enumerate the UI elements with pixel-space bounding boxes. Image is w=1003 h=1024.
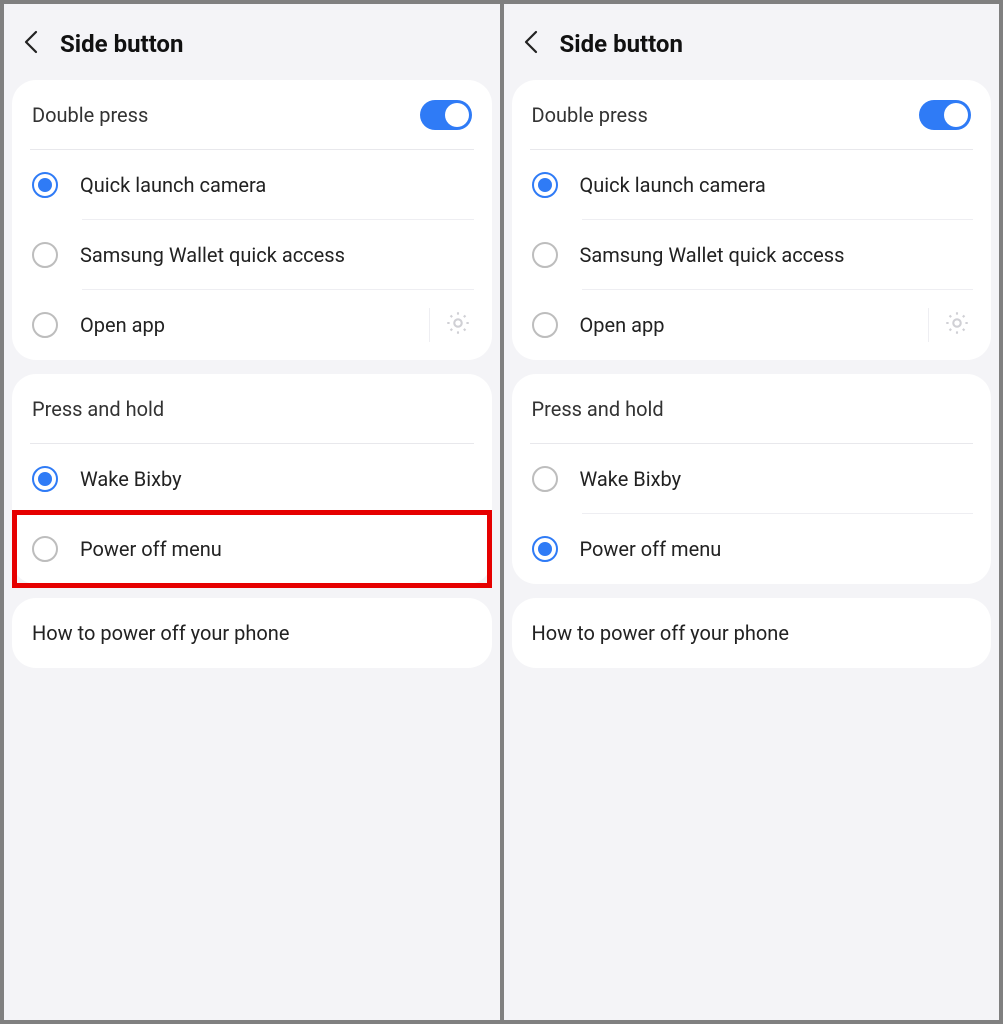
option-samsung-wallet[interactable]: Samsung Wallet quick access (30, 220, 474, 290)
radio-samsung-wallet[interactable] (32, 242, 58, 268)
option-label: Quick launch camera (80, 173, 472, 197)
gear-icon[interactable] (444, 309, 472, 341)
option-label: Wake Bixby (80, 467, 472, 491)
double-press-card: Double press Quick launch camera Samsung… (512, 80, 992, 360)
press-hold-title: Press and hold (32, 397, 164, 421)
press-hold-card: Press and hold Wake Bixby Power off menu (12, 374, 492, 584)
info-label: How to power off your phone (32, 621, 289, 645)
radio-quick-launch-camera[interactable] (32, 172, 58, 198)
settings-pane-right: Side button Double press Quick launch ca… (504, 4, 1000, 1020)
option-power-off-menu[interactable]: Power off menu (16, 514, 488, 584)
option-label: Power off menu (580, 537, 972, 561)
radio-samsung-wallet[interactable] (532, 242, 558, 268)
how-to-power-off[interactable]: How to power off your phone (530, 598, 974, 668)
option-label: Samsung Wallet quick access (580, 243, 972, 267)
double-press-card: Double press Quick launch camera Samsung… (12, 80, 492, 360)
back-icon[interactable] (22, 28, 42, 60)
double-press-title: Double press (532, 103, 648, 127)
option-label: Open app (580, 313, 907, 337)
press-hold-card: Press and hold Wake Bixby Power off menu (512, 374, 992, 584)
radio-wake-bixby[interactable] (32, 466, 58, 492)
gear-icon[interactable] (943, 309, 971, 341)
open-app-settings-divider (429, 308, 472, 342)
open-app-settings-divider (928, 308, 971, 342)
option-wake-bixby[interactable]: Wake Bixby (30, 444, 474, 514)
radio-quick-launch-camera[interactable] (532, 172, 558, 198)
double-press-header: Double press (30, 80, 474, 150)
double-press-header: Double press (530, 80, 974, 150)
press-hold-header: Press and hold (530, 374, 974, 444)
option-power-off-menu[interactable]: Power off menu (530, 514, 974, 584)
option-label: Quick launch camera (580, 173, 972, 197)
page-header: Side button (512, 4, 992, 80)
option-open-app[interactable]: Open app (530, 290, 974, 360)
settings-pane-left: Side button Double press Quick launch ca… (4, 4, 500, 1020)
option-quick-launch-camera[interactable]: Quick launch camera (530, 150, 974, 220)
back-icon[interactable] (522, 28, 542, 60)
option-quick-launch-camera[interactable]: Quick launch camera (30, 150, 474, 220)
press-hold-title: Press and hold (532, 397, 664, 421)
double-press-title: Double press (32, 103, 148, 127)
page-title: Side button (60, 30, 183, 58)
option-samsung-wallet[interactable]: Samsung Wallet quick access (530, 220, 974, 290)
radio-open-app[interactable] (532, 312, 558, 338)
option-open-app[interactable]: Open app (30, 290, 474, 360)
double-press-toggle[interactable] (420, 100, 472, 130)
how-to-power-off[interactable]: How to power off your phone (30, 598, 474, 668)
option-wake-bixby[interactable]: Wake Bixby (530, 444, 974, 514)
page-header: Side button (12, 4, 492, 80)
radio-power-off-menu[interactable] (32, 536, 58, 562)
double-press-toggle[interactable] (919, 100, 971, 130)
option-label: Samsung Wallet quick access (80, 243, 472, 267)
option-label: Wake Bixby (580, 467, 972, 491)
option-label: Open app (80, 313, 407, 337)
radio-wake-bixby[interactable] (532, 466, 558, 492)
radio-power-off-menu[interactable] (532, 536, 558, 562)
info-card[interactable]: How to power off your phone (12, 598, 492, 668)
option-label: Power off menu (80, 537, 472, 561)
page-title: Side button (560, 30, 683, 58)
radio-open-app[interactable] (32, 312, 58, 338)
press-hold-header: Press and hold (30, 374, 474, 444)
info-card[interactable]: How to power off your phone (512, 598, 992, 668)
info-label: How to power off your phone (532, 621, 789, 645)
